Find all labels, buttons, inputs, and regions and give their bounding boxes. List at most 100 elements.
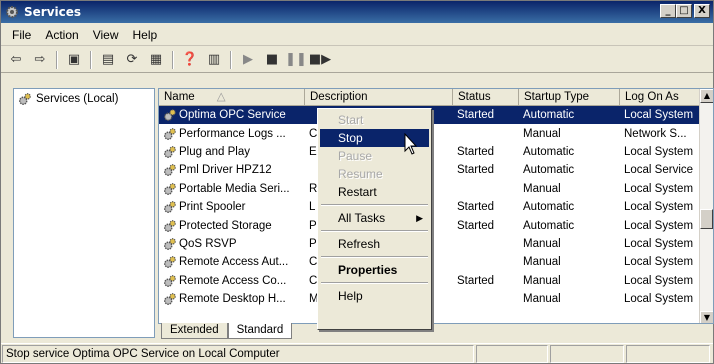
view-tabs: Extended Standard xyxy=(161,323,293,339)
menu-separator xyxy=(321,230,428,232)
toolbar-separator xyxy=(230,50,232,69)
properties-icon[interactable]: ▤ xyxy=(97,50,119,70)
column-header-startup-type[interactable]: Startup Type xyxy=(519,89,620,105)
table-row[interactable]: Optima OPC Service Started Automatic Loc… xyxy=(159,106,713,125)
service-status: Started xyxy=(457,164,495,177)
start-service-icon[interactable]: ▶ xyxy=(237,50,259,70)
service-name: Remote Access Co... xyxy=(179,274,287,287)
menu-help[interactable]: Help xyxy=(126,26,165,44)
context-menu-help[interactable]: Help xyxy=(320,287,429,305)
menu-bar: File Action View Help xyxy=(1,24,713,46)
service-name: Remote Desktop H... xyxy=(179,293,286,306)
context-menu-restart[interactable]: Restart xyxy=(320,183,429,201)
tab-standard[interactable]: Standard xyxy=(227,323,293,339)
column-header-status[interactable]: Status xyxy=(453,89,519,105)
service-name: QoS RSVP xyxy=(179,237,237,250)
console-pane-icon[interactable]: ▥ xyxy=(203,50,225,70)
menu-file[interactable]: File xyxy=(5,26,38,44)
service-gear-icon xyxy=(164,109,176,122)
service-startup-type: Manual xyxy=(523,237,561,250)
console-tree: Services (Local) xyxy=(13,88,155,338)
service-log-on-as: Local System xyxy=(624,201,694,214)
scrollbar-thumb[interactable] xyxy=(700,209,713,229)
service-gear-icon xyxy=(164,219,176,232)
window-title: Services xyxy=(24,5,82,19)
maximize-button[interactable]: □ xyxy=(676,4,692,18)
restart-service-icon[interactable]: ■▶ xyxy=(309,50,331,70)
service-name: Performance Logs ... xyxy=(179,127,286,140)
export-list-icon[interactable]: ▦ xyxy=(145,50,167,70)
title-bar: Services _ □ X xyxy=(1,1,713,23)
menu-view[interactable]: View xyxy=(86,26,126,44)
service-gear-icon xyxy=(164,182,176,195)
service-startup-type: Automatic xyxy=(523,219,575,232)
toolbar-separator xyxy=(172,50,174,69)
column-header-name[interactable]: Name △ xyxy=(159,89,305,105)
service-log-on-as: Local System xyxy=(624,145,694,158)
service-log-on-as: Network S... xyxy=(624,127,687,140)
mouse-pointer-icon xyxy=(404,133,418,155)
refresh-icon[interactable]: ⟳ xyxy=(121,50,143,70)
table-row[interactable]: Print Spooler L Started Automatic Local … xyxy=(159,198,713,216)
close-button[interactable]: X xyxy=(694,4,710,18)
service-status: Started xyxy=(457,201,495,214)
pause-service-icon[interactable]: ❚❚ xyxy=(285,50,307,70)
list-header: Name △ Description Status Startup Type Lo… xyxy=(159,89,713,106)
table-row[interactable]: Portable Media Seri... R Manual Local Sy… xyxy=(159,180,713,198)
context-menu-all-tasks[interactable]: All Tasks ▶ xyxy=(320,209,429,227)
table-row[interactable]: Remote Desktop H... M Manual Local Syste… xyxy=(159,290,713,308)
help-icon[interactable]: ❓ xyxy=(179,50,201,70)
service-startup-type: Automatic xyxy=(523,109,575,122)
context-menu-properties[interactable]: Properties xyxy=(320,261,429,279)
service-gear-icon xyxy=(164,127,176,140)
vertical-scrollbar[interactable]: ▲ ▼ xyxy=(699,89,713,323)
context-menu-resume[interactable]: Resume xyxy=(320,165,429,183)
back-arrow-icon[interactable]: ⇦ xyxy=(5,50,27,70)
service-log-on-as: Local System xyxy=(624,274,694,287)
context-menu-refresh[interactable]: Refresh xyxy=(320,235,429,253)
table-row[interactable]: Performance Logs ... C Manual Network S.… xyxy=(159,124,713,142)
stop-service-icon[interactable]: ■ xyxy=(261,50,283,70)
services-gear-icon xyxy=(6,6,18,18)
service-name: Remote Access Aut... xyxy=(179,256,289,269)
table-row[interactable]: Remote Access Co... C Started Manual Loc… xyxy=(159,272,713,290)
minimize-button[interactable]: _ xyxy=(660,4,676,18)
scroll-down-icon[interactable]: ▼ xyxy=(700,311,713,323)
table-row[interactable]: Plug and Play E Started Automatic Local … xyxy=(159,143,713,161)
table-row[interactable]: Protected Storage P Started Automatic Lo… xyxy=(159,216,713,234)
service-log-on-as: Local System xyxy=(624,293,694,306)
table-row[interactable]: QoS RSVP P Manual Local System xyxy=(159,235,713,253)
column-header-log-on-as[interactable]: Log On As xyxy=(620,89,700,105)
service-log-on-as: Local System xyxy=(624,256,694,269)
service-status: Started xyxy=(457,219,495,232)
status-segment xyxy=(550,345,624,363)
service-gear-icon xyxy=(164,164,176,177)
service-startup-type: Automatic xyxy=(523,145,575,158)
service-log-on-as: Local System xyxy=(624,182,694,195)
service-gear-icon xyxy=(164,274,176,287)
service-log-on-as: Local System xyxy=(624,219,694,232)
context-menu-start[interactable]: Start xyxy=(320,111,429,129)
tab-extended[interactable]: Extended xyxy=(161,323,228,339)
services-gear-icon xyxy=(19,93,31,105)
menu-separator xyxy=(321,282,428,284)
service-status: Started xyxy=(457,145,495,158)
status-segment xyxy=(476,345,548,363)
table-row[interactable]: Pml Driver HPZ12 Started Automatic Local… xyxy=(159,161,713,179)
table-row[interactable]: Remote Access Aut... C Manual Local Syst… xyxy=(159,253,713,271)
toolbar: ⇦ ⇨ ▣ ▤ ⟳ ▦ ❓ ▥ ▶ ■ ❚❚ ■▶ xyxy=(1,47,713,73)
service-name: Optima OPC Service xyxy=(179,109,286,122)
service-startup-type: Manual xyxy=(523,256,561,269)
scroll-up-icon[interactable]: ▲ xyxy=(700,89,713,103)
service-status: Started xyxy=(457,274,495,287)
status-bar: Stop service Optima OPC Service on Local… xyxy=(1,343,713,363)
status-segment xyxy=(626,345,710,363)
column-header-label: Name xyxy=(164,91,195,103)
console-tree-icon[interactable]: ▣ xyxy=(63,50,85,70)
menu-action[interactable]: Action xyxy=(38,26,85,44)
forward-arrow-icon[interactable]: ⇨ xyxy=(29,50,51,70)
tree-item-services-local[interactable]: Services (Local) xyxy=(14,89,154,109)
service-name: Pml Driver HPZ12 xyxy=(179,164,272,177)
status-text: Stop service Optima OPC Service on Local… xyxy=(2,345,474,363)
column-header-description[interactable]: Description xyxy=(305,89,453,105)
